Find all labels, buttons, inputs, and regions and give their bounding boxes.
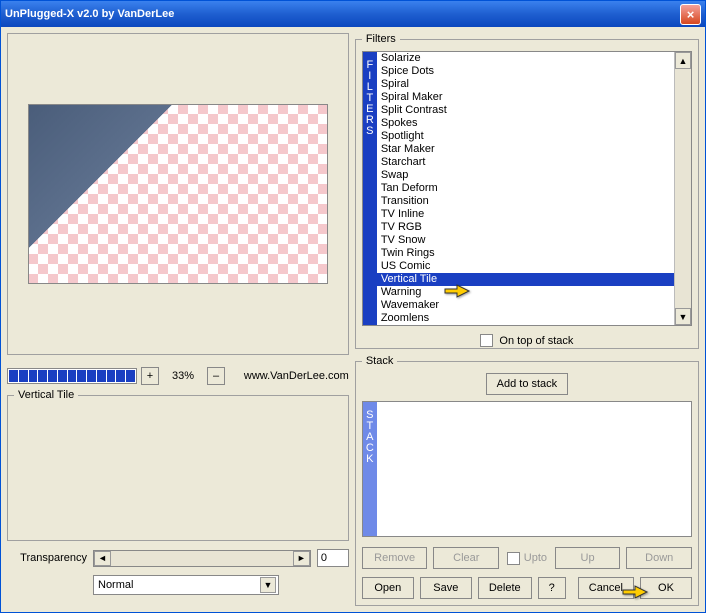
list-item[interactable]: Vertical Tile [377, 273, 674, 286]
window-title: UnPlugged-X v2.0 by VanDerLee [5, 8, 174, 20]
add-to-stack-button[interactable]: Add to stack [486, 373, 569, 395]
list-item[interactable]: Solarize [377, 52, 674, 65]
list-item[interactable]: TV Inline [377, 208, 674, 221]
list-item[interactable]: Swap [377, 169, 674, 182]
zoom-out-button[interactable]: – [207, 367, 225, 385]
ontop-row: On top of stack [362, 334, 692, 347]
ok-button[interactable]: OK [640, 577, 692, 599]
filters-legend: Filters [362, 33, 400, 45]
list-item[interactable]: TV Snow [377, 234, 674, 247]
filters-sidelabel: FILTERS [363, 52, 377, 325]
open-button[interactable]: Open [362, 577, 414, 599]
titlebar: UnPlugged-X v2.0 by VanDerLee × [1, 1, 705, 27]
slider-left-arrow-icon[interactable]: ◄ [94, 551, 111, 566]
filters-scrollbar[interactable]: ▲ ▼ [674, 52, 691, 325]
list-item[interactable]: Split Contrast [377, 104, 674, 117]
stack-buttons-row: Remove Clear Upto Up Down [362, 547, 692, 569]
list-item[interactable]: Spotlight [377, 130, 674, 143]
transparency-row: Transparency ◄ ► [7, 549, 349, 567]
scroll-up-arrow-icon[interactable]: ▲ [675, 52, 691, 69]
transparency-slider[interactable]: ◄ ► [93, 550, 311, 567]
help-button[interactable]: ? [538, 577, 566, 599]
slider-track[interactable] [111, 551, 293, 566]
save-button[interactable]: Save [420, 577, 472, 599]
stack-group: Stack Add to stack STACK Remove Clear Up… [355, 355, 699, 606]
remove-button[interactable]: Remove [362, 547, 428, 569]
right-pane: Filters FILTERS SolarizeSpice DotsSpiral… [355, 33, 699, 606]
list-item[interactable]: Spiral Maker [377, 91, 674, 104]
filters-list[interactable]: SolarizeSpice DotsSpiralSpiral MakerSpli… [377, 52, 674, 325]
upto-label: Upto [524, 552, 547, 564]
scroll-down-arrow-icon[interactable]: ▼ [675, 308, 691, 325]
filter-settings-group: Vertical Tile [7, 389, 349, 541]
list-item[interactable]: Star Maker [377, 143, 674, 156]
list-item[interactable]: TV RGB [377, 221, 674, 234]
down-button[interactable]: Down [626, 547, 692, 569]
stack-sidelabel: STACK [363, 402, 377, 536]
filter-settings-legend: Vertical Tile [14, 389, 78, 401]
close-button[interactable]: × [680, 4, 701, 25]
list-item[interactable]: Spice Dots [377, 65, 674, 78]
transparency-label: Transparency [7, 552, 87, 564]
filters-list-wrap: FILTERS SolarizeSpice DotsSpiralSpiral M… [362, 51, 692, 326]
list-item[interactable]: US Comic [377, 260, 674, 273]
blend-mode-value: Normal [98, 579, 133, 591]
list-item[interactable]: Tan Deform [377, 182, 674, 195]
blend-mode-select[interactable]: Normal ▼ [93, 575, 279, 595]
add-row: Add to stack [362, 373, 692, 395]
clear-button[interactable]: Clear [433, 547, 499, 569]
zoom-row: + 33% – www.VanDerLee.com [7, 367, 349, 385]
up-button[interactable]: Up [555, 547, 621, 569]
list-item[interactable]: Spiral [377, 78, 674, 91]
zoom-in-button[interactable]: + [141, 367, 159, 385]
website-link[interactable]: www.VanDerLee.com [244, 370, 349, 382]
slider-right-arrow-icon[interactable]: ► [293, 551, 310, 566]
list-item[interactable]: Spokes [377, 117, 674, 130]
main-content: + 33% – www.VanDerLee.com Vertical Tile … [1, 27, 705, 612]
list-item[interactable]: Transition [377, 195, 674, 208]
left-pane: + 33% – www.VanDerLee.com Vertical Tile … [7, 33, 349, 606]
upto-checkbox[interactable] [507, 552, 520, 565]
list-item[interactable]: Warning [377, 286, 674, 299]
mode-row: Normal ▼ [7, 575, 349, 595]
bottom-buttons-row: Open Save Delete ? Cancel OK [362, 577, 692, 599]
app-window: UnPlugged-X v2.0 by VanDerLee × + 33% – … [0, 0, 706, 613]
progress-bar [7, 368, 137, 384]
preview-frame [7, 33, 349, 355]
transparency-input[interactable] [317, 549, 349, 567]
ontop-checkbox[interactable] [480, 334, 493, 347]
list-item[interactable]: Starchart [377, 156, 674, 169]
list-item[interactable]: Wavemaker [377, 299, 674, 312]
stack-legend: Stack [362, 355, 398, 367]
list-item[interactable]: Zoomlens [377, 312, 674, 325]
delete-button[interactable]: Delete [478, 577, 532, 599]
stack-list-wrap: STACK [362, 401, 692, 537]
ontop-label: On top of stack [499, 335, 573, 347]
list-item[interactable]: Twin Rings [377, 247, 674, 260]
stack-list[interactable] [377, 402, 691, 536]
zoom-value: 33% [163, 370, 203, 382]
filters-group: Filters FILTERS SolarizeSpice DotsSpiral… [355, 33, 699, 349]
preview-image [28, 104, 328, 284]
chevron-down-icon: ▼ [260, 577, 276, 593]
cancel-button[interactable]: Cancel [578, 577, 634, 599]
